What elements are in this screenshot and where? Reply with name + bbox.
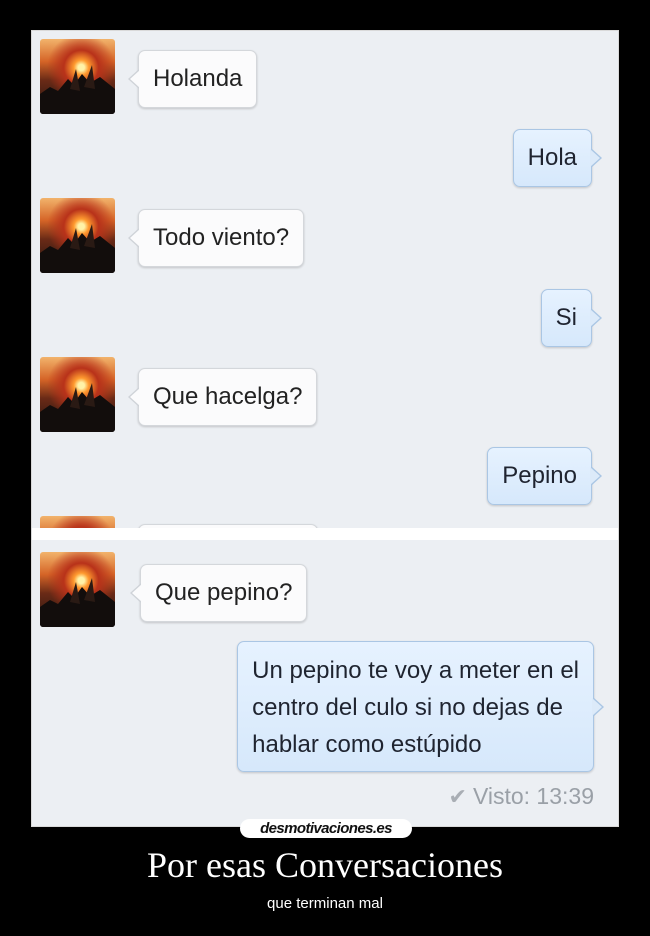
contact-avatar bbox=[40, 39, 115, 114]
message-line: centro del culo si no dejas de bbox=[252, 694, 564, 721]
message-incoming: Holanda bbox=[127, 50, 258, 108]
seen-text: Visto: 13:39 bbox=[472, 783, 594, 809]
message-incoming: Que hacelga? bbox=[127, 368, 318, 426]
message-outgoing: Si bbox=[540, 289, 603, 347]
message-line: Un pepino te voy a meter en el bbox=[252, 657, 579, 684]
message-incoming: Todo viento? bbox=[127, 209, 305, 267]
message-incoming: Que pepino? bbox=[129, 564, 308, 622]
contact-avatar bbox=[40, 516, 115, 528]
poster-title: Por esas Conversaciones bbox=[147, 845, 503, 885]
contact-avatar bbox=[40, 552, 115, 627]
contact-avatar bbox=[40, 357, 115, 432]
poster-subtitle: que terminan mal bbox=[267, 895, 383, 912]
contact-avatar bbox=[40, 198, 115, 273]
message-line: hablar como estúpido bbox=[252, 731, 482, 758]
message-outgoing-long: Un pepino te voy a meter en el centro de… bbox=[237, 641, 604, 772]
site-watermark: desmotivaciones.es bbox=[240, 819, 412, 838]
seen-status: ✔ Visto: 13:39 bbox=[449, 783, 595, 810]
checkmark-icon: ✔ bbox=[448, 784, 467, 809]
poster-frame: Holanda Hola Todo viento? Si Que hacelga… bbox=[31, 30, 619, 827]
chat-panel-top: Holanda Hola Todo viento? Si Que hacelga… bbox=[32, 31, 618, 528]
message-outgoing: Hola bbox=[512, 129, 603, 187]
message-outgoing: Pepino bbox=[487, 447, 602, 505]
screenshot-divider bbox=[32, 528, 618, 540]
